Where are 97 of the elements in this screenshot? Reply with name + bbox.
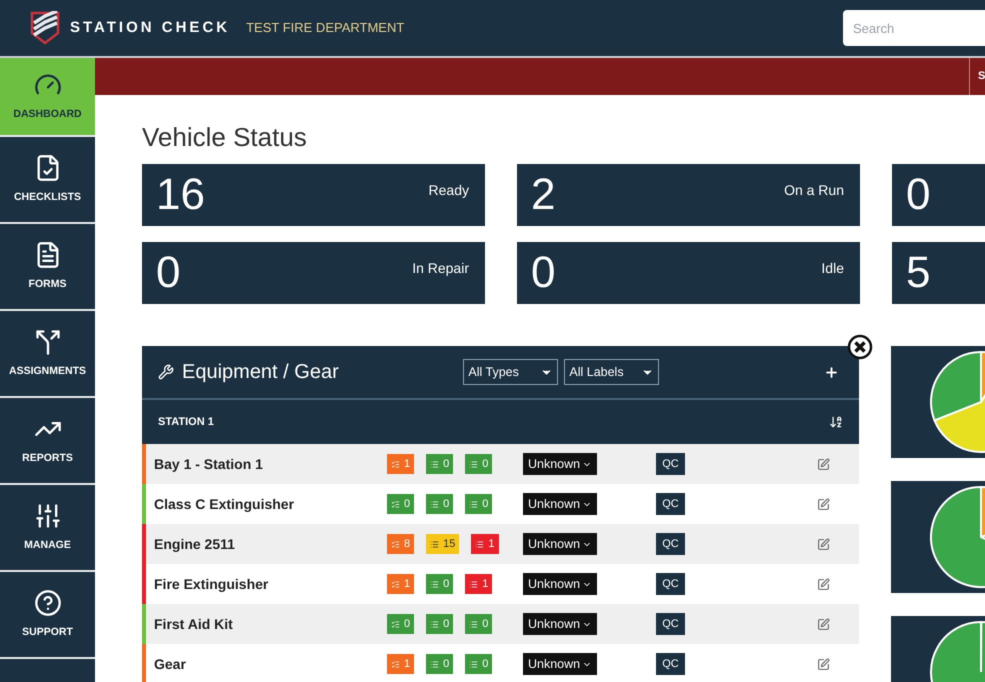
stat-label: Ready (428, 181, 469, 200)
filter-dropdown[interactable]: All Types (463, 359, 558, 385)
count-badge: 1 (387, 654, 414, 674)
status-dropdown[interactable]: Unknown (523, 453, 597, 475)
page-title: Vehicle Status (142, 121, 308, 153)
qc-button[interactable]: QC (656, 533, 685, 555)
count-badge: 0 (387, 614, 414, 634)
list-icon (430, 660, 440, 668)
stat-label: In Repair (412, 259, 469, 278)
filter-dropdown[interactable]: All Labels (564, 359, 660, 385)
edit-icon[interactable] (817, 618, 830, 630)
stat-label: On a Run (784, 181, 844, 200)
qc-button[interactable]: QC (656, 453, 685, 475)
list-icon (469, 660, 478, 668)
close-icon[interactable] (847, 334, 873, 360)
status-dropdown[interactable]: Unknown (523, 533, 597, 555)
equipment-row[interactable]: Engine 2511 8 15 1 Unknown QC (142, 524, 859, 564)
qc-button[interactable]: QC (656, 613, 685, 635)
sort-icon[interactable] (829, 415, 843, 429)
stat-value: 16 (156, 173, 206, 217)
count-badge: 0 (465, 494, 492, 514)
stat-value: 0 (906, 173, 932, 217)
edit-icon[interactable] (817, 538, 830, 550)
count-badge: 15 (426, 534, 460, 554)
checklist-icon (391, 460, 400, 468)
equipment-name: First Aid Kit (153, 614, 234, 634)
equipment-name: Bay 1 - Station 1 (153, 454, 264, 474)
list-icon (430, 620, 440, 628)
equipment-row[interactable]: Bay 1 - Station 1 1 0 0 Unknown QC (142, 444, 859, 484)
sidebar-item[interactable]: ASSIGNMENTS (0, 311, 95, 396)
count-badge: 0 (465, 654, 492, 674)
stat-value: 0 (156, 251, 182, 295)
list-icon (469, 580, 478, 588)
equipment-name: Class C Extinguisher (153, 494, 296, 514)
count-badge: 0 (426, 614, 454, 634)
status-dropdown[interactable]: Unknown (523, 653, 597, 675)
list-icon (469, 620, 478, 628)
qc-button[interactable]: QC (656, 493, 685, 515)
count-badge: 0 (387, 494, 414, 514)
list-icon (469, 460, 478, 468)
count-badge: 0 (426, 494, 454, 514)
list-icon (469, 500, 478, 508)
count-badge: 8 (387, 534, 414, 554)
status-dropdown[interactable]: Unknown (523, 573, 597, 595)
group-heading: STATION 1 (158, 414, 214, 430)
status-dropdown[interactable]: Unknown (523, 493, 597, 515)
department-name: TEST FIRE DEPARTMENT (246, 19, 404, 38)
edit-icon[interactable] (817, 458, 830, 470)
checklist-icon (391, 580, 400, 588)
stat-value: 5 (906, 251, 932, 295)
equipment-name: Fire Extinguisher (153, 574, 270, 594)
qc-button[interactable]: QC (656, 653, 685, 675)
search-field[interactable]: Search (843, 10, 985, 46)
checklist-icon (391, 660, 400, 668)
list-icon (430, 540, 440, 548)
count-badge: 1 (471, 534, 498, 554)
alert-text: S (969, 58, 985, 95)
wrench-icon (158, 364, 174, 380)
stat-label: Idle (821, 259, 844, 278)
count-badge: 0 (426, 654, 454, 674)
count-badge: 0 (426, 454, 454, 474)
checklist-icon (391, 620, 400, 628)
sidebar-item[interactable]: SUPPORT (0, 572, 95, 657)
edit-icon[interactable] (817, 658, 830, 670)
count-badge: 0 (465, 454, 492, 474)
sidebar-item[interactable]: FORMS (0, 224, 95, 309)
stat-value: 0 (531, 251, 556, 295)
list-icon (430, 500, 440, 508)
add-icon[interactable] (824, 364, 839, 380)
count-badge: 1 (387, 454, 414, 474)
equipment-name: Gear (153, 654, 187, 674)
sidebar-item[interactable]: DASHBOARD (0, 58, 95, 135)
shield-logo-icon (30, 11, 60, 45)
list-icon (430, 580, 440, 588)
sliders-icon (34, 502, 62, 530)
checklist-icon (391, 500, 400, 508)
count-badge: 0 (426, 574, 454, 594)
panel-title: Equipment / Gear (182, 360, 339, 385)
count-badge: 0 (465, 614, 492, 634)
edit-icon[interactable] (817, 578, 830, 590)
count-badge: 1 (465, 574, 492, 594)
split-arrows-icon (34, 328, 62, 356)
brand-name: STATION CHECK (70, 18, 230, 38)
sidebar-item[interactable]: CHECKLISTS (0, 137, 95, 222)
checklist-icon (391, 540, 400, 548)
edit-icon[interactable] (817, 498, 830, 510)
equipment-row[interactable]: First Aid Kit 0 0 0 Unknown QC (142, 604, 859, 644)
count-badge: 1 (387, 574, 414, 594)
list-icon (430, 460, 440, 468)
sidebar-item[interactable]: REPORTS (0, 398, 95, 483)
list-icon (475, 540, 484, 548)
help-icon (34, 588, 62, 617)
status-dropdown[interactable]: Unknown (523, 613, 597, 635)
stat-value: 2 (531, 173, 556, 217)
equipment-name: Engine 2511 (153, 534, 236, 554)
sidebar-item[interactable]: MANAGE (0, 485, 95, 570)
qc-button[interactable]: QC (656, 573, 685, 595)
